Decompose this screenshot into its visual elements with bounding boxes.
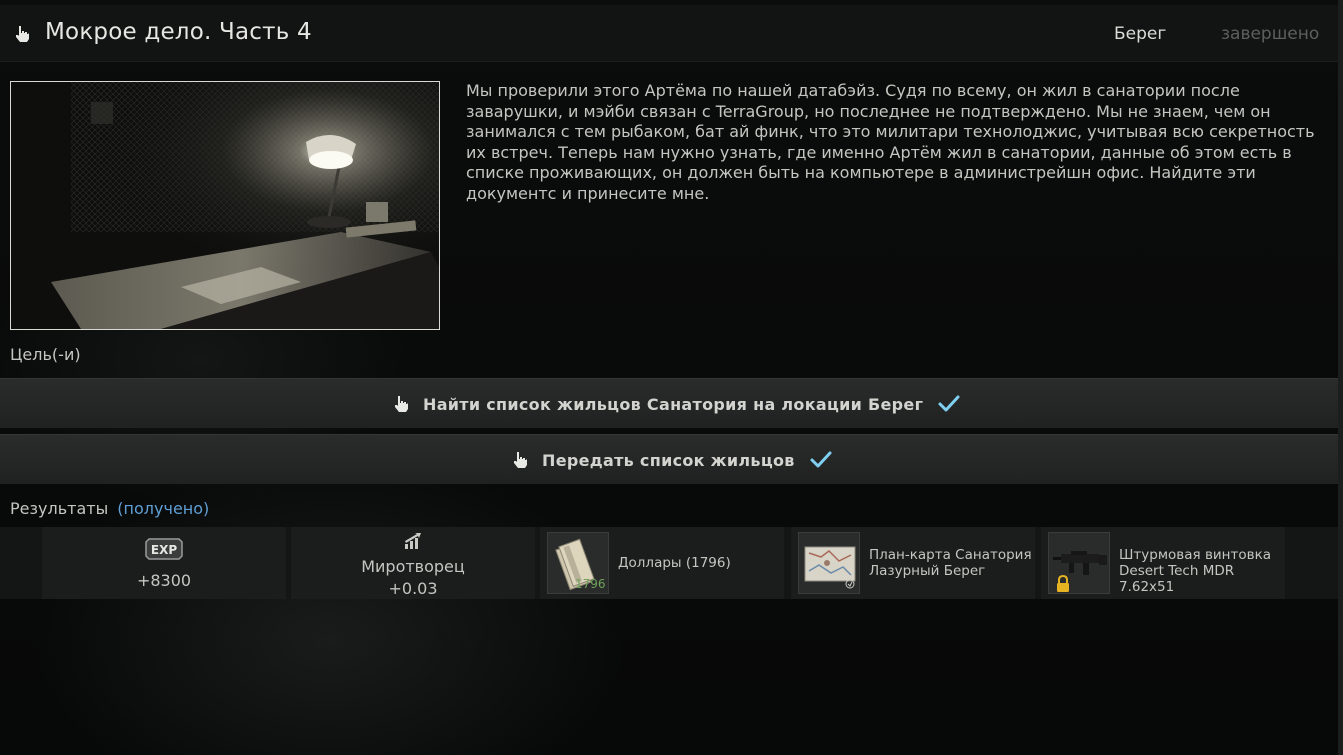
- exp-value: +8300: [136, 571, 192, 590]
- rifle-item-icon[interactable]: [1048, 532, 1110, 594]
- trader-rank-icon: [405, 533, 421, 549]
- item-name-line2: Лазурный Берег: [869, 563, 986, 579]
- quest-location: Берег: [1114, 24, 1167, 44]
- quest-title: Мокрое дело. Часть 4: [45, 19, 312, 45]
- quest-image: [10, 81, 440, 330]
- item-name-line1: Штурмовая винтовка: [1119, 547, 1272, 563]
- quest-header: Мокрое дело. Часть 4 Берег завершено: [0, 5, 1338, 62]
- found-in-raid-icon: [845, 579, 855, 589]
- item-name-line1: План-карта Санатория: [869, 547, 1032, 563]
- reward-reputation: Миротворец +0.03: [291, 527, 535, 599]
- item-name-line2: Desert Tech MDR 7.62x51: [1119, 563, 1235, 595]
- lock-icon: [1057, 575, 1069, 592]
- exp-badge-label: EXP: [151, 543, 177, 557]
- exp-badge-icon: EXP: [145, 538, 183, 560]
- quest-description: Мы проверили этого Артёма по нашей датаб…: [466, 81, 1315, 203]
- trader-name: Миротворец: [361, 557, 465, 576]
- quest-status: завершено: [1221, 24, 1320, 44]
- goals-label: Цель(-и): [10, 345, 81, 364]
- results-status: (получено): [117, 499, 210, 518]
- hand-pointer-icon: [16, 26, 29, 42]
- reward-rifle[interactable]: Штурмовая винтовка Desert Tech MDR 7.62x…: [1041, 527, 1285, 599]
- objective-find-resident-list[interactable]: Найти список жильцов Санатория на локаци…: [0, 378, 1338, 428]
- objective-hand-over-list[interactable]: Передать список жильцов: [0, 434, 1338, 484]
- reward-exp: EXP +8300: [42, 527, 286, 599]
- reward-sanatorium-map[interactable]: План-карта Санатория Лазурный Берег: [791, 527, 1035, 599]
- objective-text: Передать список жильцов: [542, 450, 795, 470]
- reputation-value: +0.03: [388, 579, 438, 598]
- results-title: Результаты: [10, 499, 109, 518]
- objective-text: Найти список жильцов Санатория на локаци…: [423, 394, 924, 414]
- reward-dollars[interactable]: 1796 Доллары (1796): [540, 527, 784, 599]
- scrollbar[interactable]: [1338, 0, 1343, 755]
- quest-image-scene: [11, 82, 439, 329]
- hand-pointer-icon: [395, 396, 408, 412]
- dollars-item-icon[interactable]: 1796: [547, 532, 609, 594]
- checkmark-icon: [938, 395, 960, 412]
- checkmark-icon: [810, 451, 832, 468]
- item-name: Доллары (1796): [618, 555, 731, 571]
- map-item-icon[interactable]: [798, 532, 860, 594]
- item-stack-count: 1796: [575, 577, 606, 591]
- hand-pointer-icon: [514, 452, 527, 468]
- results-label: Результаты (получено): [10, 499, 209, 518]
